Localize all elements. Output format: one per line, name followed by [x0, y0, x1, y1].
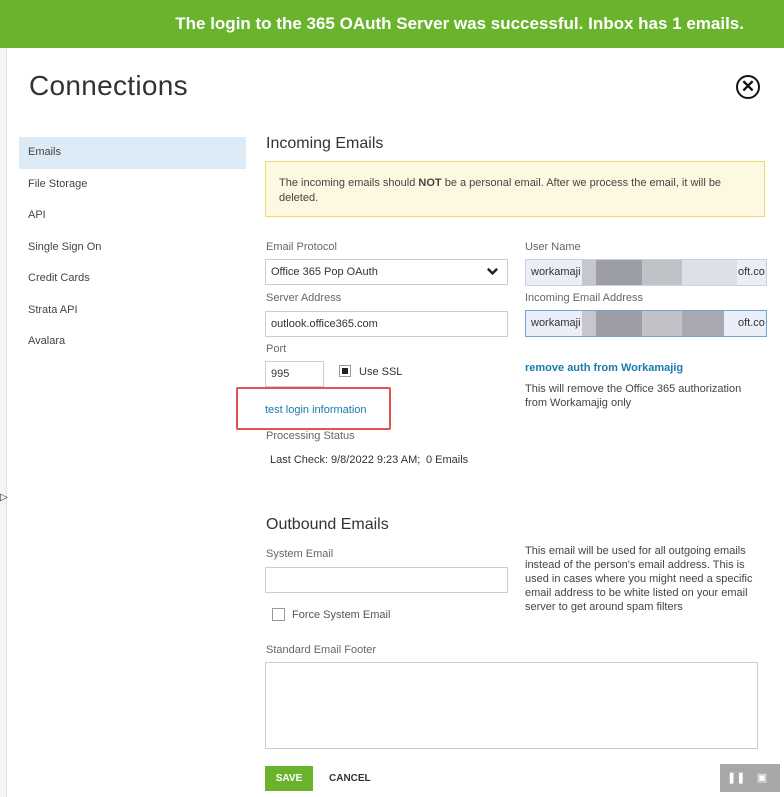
system-email-input[interactable]: [265, 567, 508, 593]
incoming-address-label: Incoming Email Address: [525, 292, 643, 304]
notice-box: The incoming emails should NOT be a pers…: [265, 161, 765, 217]
force-system-email-label: Force System Email: [292, 609, 391, 621]
redaction-block: [642, 260, 682, 285]
page-title: Connections: [29, 70, 188, 101]
cancel-button[interactable]: CANCEL: [329, 766, 371, 791]
port-value: 995: [271, 368, 290, 380]
user-name-prefix: workamaji: [531, 266, 581, 278]
last-check-value: 9/8/2022 9:23 AM;: [331, 454, 421, 466]
close-icon[interactable]: ✕: [736, 75, 760, 99]
pause-icon[interactable]: ❚❚: [727, 769, 745, 787]
redaction-block: [596, 260, 642, 285]
incoming-emails-heading: Incoming Emails: [266, 135, 384, 152]
use-ssl-checkbox[interactable]: [339, 365, 351, 377]
last-check-label: Last Check:: [270, 454, 329, 466]
banner-message: The login to the 365 OAuth Server was su…: [175, 14, 744, 33]
use-ssl-label: Use SSL: [359, 366, 403, 378]
processing-status-label: Processing Status: [266, 430, 355, 442]
system-email-note: This email will be used for all outgoing…: [525, 545, 753, 613]
system-email-label: System Email: [266, 548, 334, 560]
notice-text-bold: NOT: [418, 177, 442, 189]
remove-auth-link[interactable]: remove auth from Workamajig: [525, 362, 683, 374]
server-address-input[interactable]: outlook.office365.com: [265, 311, 508, 337]
port-input[interactable]: 995: [265, 361, 324, 387]
email-protocol-value: Office 365 Pop OAuth: [271, 266, 378, 278]
highlight-box: [236, 387, 391, 430]
sidebar-item-api[interactable]: API: [19, 200, 246, 232]
redaction-block: [642, 311, 682, 336]
sidebar: Emails File Storage API Single Sign On C…: [19, 137, 246, 358]
sidebar-item-single-sign-on[interactable]: Single Sign On: [19, 232, 246, 264]
redaction-block: [582, 260, 596, 285]
redaction-block: [682, 311, 724, 336]
present-icon[interactable]: ▣: [753, 769, 771, 787]
chevron-down-icon: [487, 267, 498, 276]
redaction-block: [682, 260, 737, 285]
save-button[interactable]: SAVE: [265, 766, 313, 791]
floating-toolbar: ❚❚ ▣: [720, 764, 780, 792]
redaction-block: [582, 311, 596, 336]
success-banner: The login to the 365 OAuth Server was su…: [0, 0, 784, 48]
email-protocol-label: Email Protocol: [266, 241, 337, 253]
incoming-address-prefix: workamaji: [531, 317, 581, 329]
email-footer-label: Standard Email Footer: [266, 644, 377, 656]
sidebar-item-strata-api[interactable]: Strata API: [19, 295, 246, 327]
sidebar-item-file-storage[interactable]: File Storage: [19, 169, 246, 201]
emails-count: 0 Emails: [426, 454, 469, 466]
incoming-address-input[interactable]: workamaji oft.co: [525, 310, 767, 337]
redaction-block: [596, 311, 642, 336]
email-protocol-select[interactable]: Office 365 Pop OAuth: [265, 259, 508, 285]
sidebar-item-credit-cards[interactable]: Credit Cards: [19, 263, 246, 295]
port-label: Port: [266, 343, 287, 355]
incoming-address-suffix: oft.co: [738, 317, 765, 329]
cursor-icon: ▷: [0, 492, 8, 503]
sidebar-item-avalara[interactable]: Avalara: [19, 326, 246, 358]
left-edge-strip: [0, 48, 7, 797]
remove-auth-note: This will remove the Office 365 authoriz…: [525, 383, 742, 409]
force-system-email-checkbox[interactable]: [272, 608, 285, 621]
sidebar-item-emails[interactable]: Emails: [19, 137, 246, 169]
server-address-value: outlook.office365.com: [271, 318, 378, 330]
user-name-suffix: oft.co: [738, 266, 765, 278]
user-name-label: User Name: [525, 241, 581, 253]
email-footer-textarea[interactable]: [265, 662, 758, 749]
server-address-label: Server Address: [266, 292, 342, 304]
user-name-input[interactable]: workamaji oft.co: [525, 259, 767, 286]
outbound-emails-heading: Outbound Emails: [266, 516, 389, 533]
notice-text-before: The incoming emails should: [279, 177, 419, 189]
